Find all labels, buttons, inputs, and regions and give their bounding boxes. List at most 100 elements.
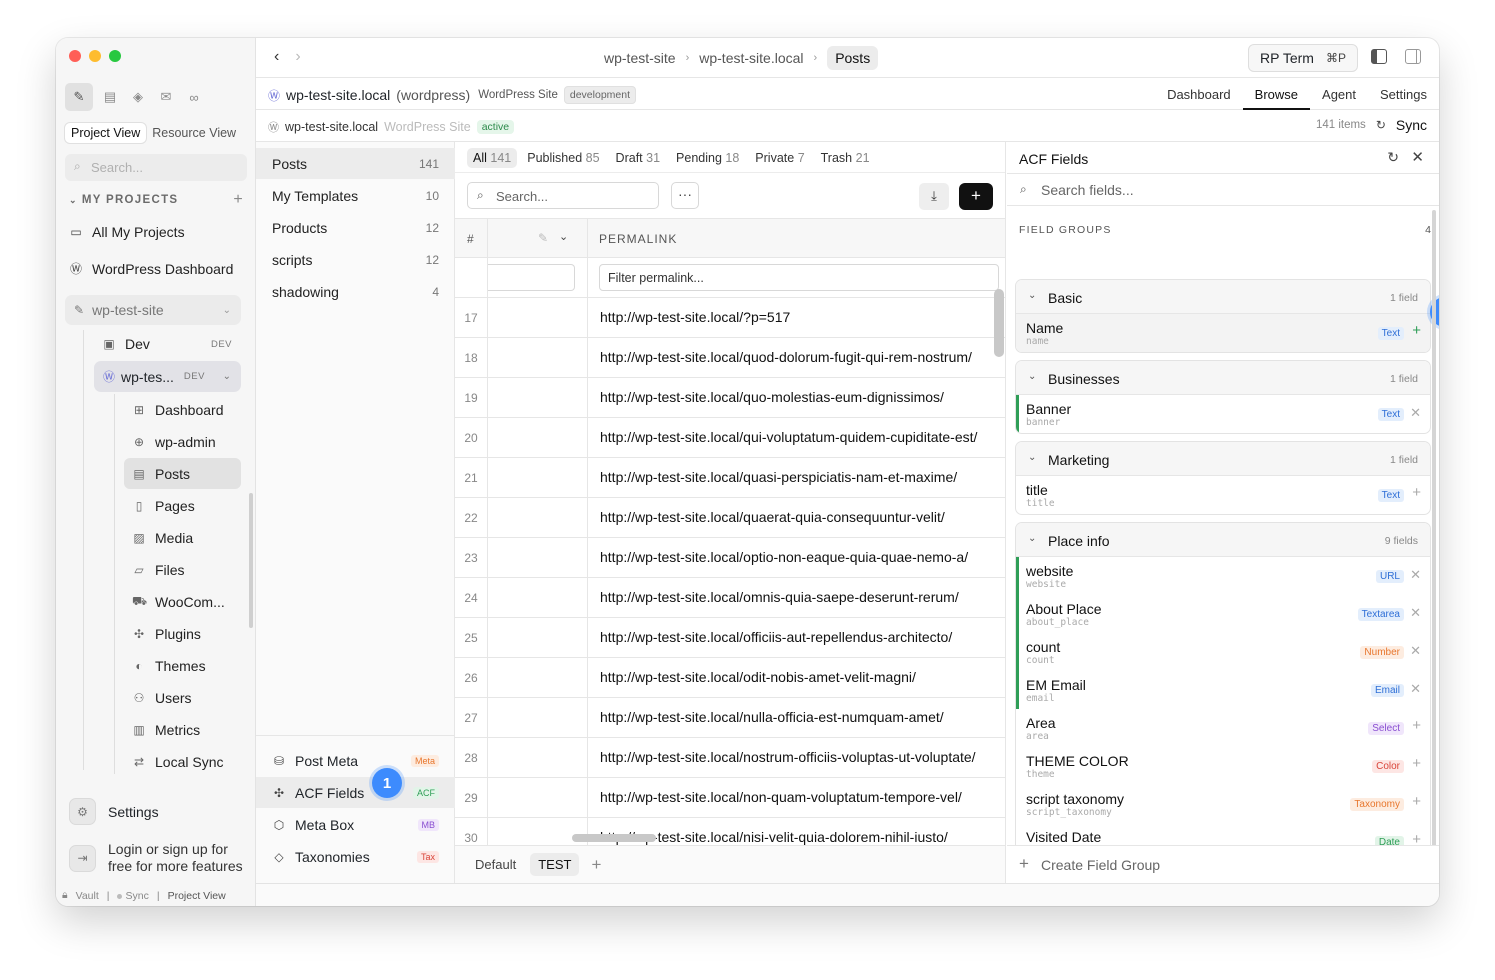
breadcrumb-current[interactable]: Posts xyxy=(827,46,879,70)
add-post-button[interactable]: + xyxy=(959,183,993,210)
view-tab-default[interactable]: Default xyxy=(467,853,524,876)
add-icon[interactable]: + xyxy=(1412,717,1421,734)
sidebar-toggle-icon[interactable] xyxy=(1371,49,1387,64)
view-tab-test[interactable]: TEST xyxy=(530,853,580,876)
refresh-icon[interactable]: ↻ xyxy=(1387,149,1399,166)
remove-icon[interactable]: ✕ xyxy=(1410,605,1421,621)
post-type-scripts[interactable]: scripts 12 xyxy=(256,244,455,275)
permalink-filter-input[interactable]: Filter permalink... xyxy=(599,264,999,291)
login-prompt[interactable]: ⇥ Login or sign up for free for more fea… xyxy=(69,841,248,875)
sidebar-item-all-projects[interactable]: ▭ All My Projects xyxy=(69,224,184,240)
post-type-shadowing[interactable]: shadowing 4 xyxy=(256,276,455,307)
tab-resource-view[interactable]: Resource View xyxy=(146,123,242,143)
close-window-button[interactable] xyxy=(69,50,81,62)
layout-icon[interactable]: ▤ xyxy=(99,86,121,108)
add-icon[interactable]: + xyxy=(1412,793,1421,810)
site-wp-test[interactable]: Ⓦ wp-tes... DEV ⌄ xyxy=(94,361,241,392)
field-row[interactable]: Area area Select + xyxy=(1016,709,1430,747)
close-icon[interactable]: ✕ xyxy=(1411,148,1424,166)
refresh-icon[interactable]: ↻ xyxy=(1376,118,1386,132)
more-options-button[interactable]: ··· xyxy=(671,182,699,209)
add-icon[interactable]: + xyxy=(1412,755,1421,772)
panel-post-meta[interactable]: ⛁ Post Meta Meta xyxy=(256,745,455,776)
chevron-down-icon[interactable]: ⌄ xyxy=(69,195,78,205)
panel-meta-box[interactable]: ⬡ Meta Box MB xyxy=(256,809,455,840)
table-row[interactable]: 24 http://wp-test-site.local/omnis-quia-s… xyxy=(455,578,1005,618)
permalink-cell[interactable]: http://wp-test-site.local/odit-nobis-ame… xyxy=(600,669,916,685)
permalink-cell[interactable]: http://wp-test-site.local/non-quam-volup… xyxy=(600,789,962,805)
tab-agent[interactable]: Agent xyxy=(1310,78,1368,110)
add-project-button[interactable]: + xyxy=(233,191,244,209)
sidebar-item-metrics[interactable]: ▥ Metrics xyxy=(132,722,200,738)
pencil-icon[interactable]: ✎ xyxy=(538,231,549,245)
settings-button[interactable]: ⚙ Settings xyxy=(69,798,159,825)
filter-draft[interactable]: Draft 31 xyxy=(610,148,666,168)
field-row[interactable]: script taxonomy script_taxonomy Taxonomy + xyxy=(1016,785,1430,823)
table-row[interactable]: 25 http://wp-test-site.local/officiis-aut… xyxy=(455,618,1005,658)
binoculars-icon[interactable]: ∞ xyxy=(183,86,205,108)
sidebar-item-wp-admin[interactable]: ⊕ wp-admin xyxy=(132,434,216,450)
table-row[interactable]: 29 http://wp-test-site.local/non-quam-vol… xyxy=(455,778,1005,818)
sync-status[interactable]: Sync xyxy=(117,890,149,902)
field-row[interactable]: EM Email email Email ✕ xyxy=(1016,671,1430,709)
column-filter-input[interactable] xyxy=(487,264,575,291)
permalink-cell[interactable]: http://wp-test-site.local/omnis-quia-sae… xyxy=(600,589,959,605)
view-status[interactable]: Project View xyxy=(168,890,226,902)
table-vertical-scrollbar[interactable] xyxy=(994,289,1004,357)
remove-icon[interactable]: ✕ xyxy=(1410,681,1421,697)
panel-toggle-icon[interactable] xyxy=(1405,49,1421,64)
permalink-cell[interactable]: http://wp-test-site.local/qui-voluptatum… xyxy=(600,429,977,445)
permalink-cell[interactable]: http://wp-test-site.local/officiis-aut-r… xyxy=(600,629,952,645)
sidebar-item-local-sync[interactable]: ⇄ Local Sync xyxy=(132,754,224,770)
permalink-cell[interactable]: http://wp-test-site.local/nulla-officia-… xyxy=(600,709,944,725)
acf-scrollbar[interactable] xyxy=(1432,210,1436,850)
table-row[interactable]: 22 http://wp-test-site.local/quaerat-quia… xyxy=(455,498,1005,538)
tab-browse[interactable]: Browse xyxy=(1242,78,1311,110)
field-row[interactable]: title title Text + xyxy=(1016,476,1430,514)
zoom-window-button[interactable] xyxy=(109,50,121,62)
filter-published[interactable]: Published 85 xyxy=(521,148,605,168)
table-row[interactable]: 17 http://wp-test-site.local/?p=517 xyxy=(455,298,1005,338)
table-row[interactable]: 21 http://wp-test-site.local/quasi-perspi… xyxy=(455,458,1005,498)
field-group-header[interactable]: ⌄ Businesses 1 field xyxy=(1016,361,1430,395)
sidebar-item-wordpress-dashboard[interactable]: Ⓦ WordPress Dashboard xyxy=(69,260,233,277)
sidebar-item-themes[interactable]: ◐ Themes xyxy=(132,658,205,674)
sidebar-item-pages[interactable]: ▯ Pages xyxy=(132,498,195,514)
download-icon[interactable]: ⤓ xyxy=(919,183,949,210)
field-group-header[interactable]: ⌄ Marketing 1 field xyxy=(1016,442,1430,476)
acf-search-input[interactable]: ⌕ Search fields... xyxy=(1007,174,1439,206)
sidebar-item-woocommerce[interactable]: ⛟ WooCom... xyxy=(132,594,225,610)
remove-icon[interactable]: ✕ xyxy=(1410,405,1421,421)
add-icon[interactable]: + xyxy=(1412,484,1421,501)
layers-icon[interactable]: ◈ xyxy=(127,86,149,108)
filter-all[interactable]: All 141 xyxy=(467,148,518,168)
field-group-header[interactable]: ⌄ Basic 1 field xyxy=(1016,280,1430,314)
add-view-button[interactable]: + xyxy=(585,855,607,875)
sidebar-item-posts[interactable]: ▤ Posts xyxy=(132,466,190,482)
permalink-cell[interactable]: http://wp-test-site.local/quod-dolorum-f… xyxy=(600,349,972,365)
field-row[interactable]: THEME COLOR theme Color + xyxy=(1016,747,1430,785)
permalink-cell[interactable]: http://wp-test-site.local/quaerat-quia-c… xyxy=(600,509,945,525)
post-type-my-templates[interactable]: My Templates 10 xyxy=(256,180,455,211)
table-row[interactable]: 19 http://wp-test-site.local/quo-molestia… xyxy=(455,378,1005,418)
field-row[interactable]: About Place about_place Textarea ✕ xyxy=(1016,595,1430,633)
sidebar-item-plugins[interactable]: ✣ Plugins xyxy=(132,626,201,642)
post-type-posts[interactable]: Posts 141 xyxy=(256,148,455,179)
sidebar-scrollbar[interactable] xyxy=(249,493,253,628)
tab-dashboard[interactable]: Dashboard xyxy=(1155,78,1243,110)
permalink-cell[interactable]: http://wp-test-site.local/quasi-perspici… xyxy=(600,469,957,485)
table-row[interactable]: 18 http://wp-test-site.local/quod-dolorum… xyxy=(455,338,1005,378)
filter-trash[interactable]: Trash 21 xyxy=(815,148,876,168)
panel-taxonomies[interactable]: ◇ Taxonomies Tax xyxy=(256,841,455,872)
back-arrow-icon[interactable]: ‹ xyxy=(274,48,279,66)
field-row[interactable]: Banner banner Text ✕ xyxy=(1016,395,1430,433)
breadcrumb-site[interactable]: wp-test-site.local xyxy=(699,50,803,66)
breadcrumb-project[interactable]: wp-test-site xyxy=(604,50,676,66)
vault-status[interactable]: Vault xyxy=(76,890,99,902)
project-wp-test-site[interactable]: ✎ wp-test-site ⌄ xyxy=(65,295,241,325)
remove-icon[interactable]: ✕ xyxy=(1410,567,1421,583)
sidebar-item-media[interactable]: ▨ Media xyxy=(132,530,193,546)
forward-arrow-icon[interactable]: › xyxy=(295,48,300,66)
table-search-input[interactable]: ⌕ Search... xyxy=(467,182,659,209)
mail-icon[interactable]: ✉ xyxy=(155,86,177,108)
